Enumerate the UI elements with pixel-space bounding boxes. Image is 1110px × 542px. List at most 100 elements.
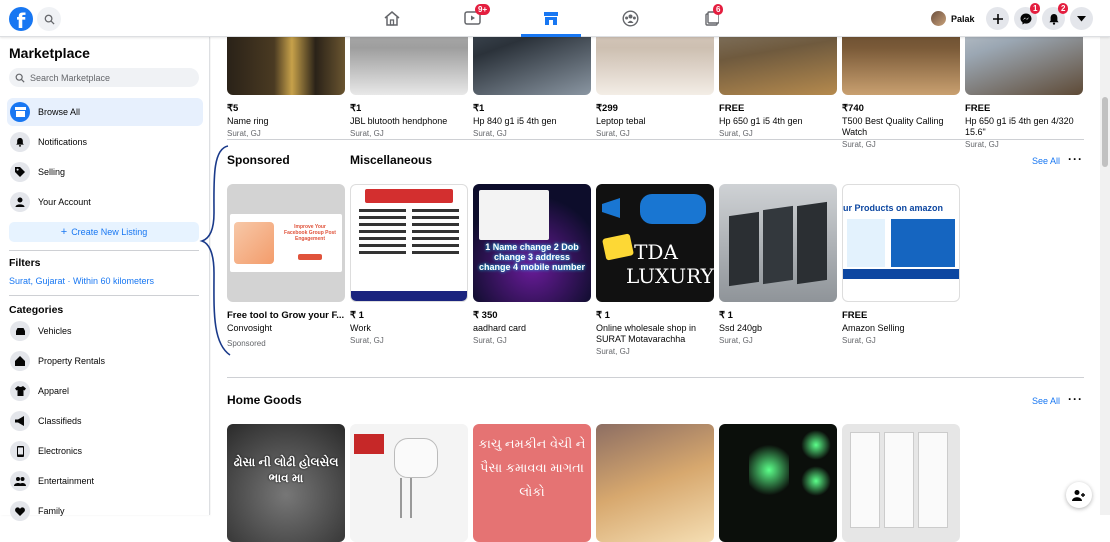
category-label: Electronics (38, 446, 83, 456)
account-menu-button[interactable] (1070, 7, 1093, 30)
listing-image: ઢોસા ની લોઢી હોલસેલ ભાવ મા (227, 424, 345, 542)
gaming-tab[interactable]: 6 (697, 4, 725, 30)
listing-card[interactable]: TDA LUXURY ₹ 1 Online wholesale shop in … (596, 184, 714, 356)
new-message-button[interactable] (1066, 482, 1092, 508)
listing-title: T500 Best Quality Calling Watch (842, 116, 944, 137)
profile-shortcut[interactable]: Palak (931, 8, 975, 29)
sidebar-item-electronics[interactable]: Electronics (7, 437, 203, 465)
listing-location: Surat, GJ (473, 336, 507, 345)
marketplace-sidebar: Marketplace Search Marketplace Browse Al… (0, 37, 210, 521)
miscellaneous-heading: Miscellaneous (350, 153, 433, 167)
listing-card[interactable]: ઢોસા ની લોઢી હોલસેલ ભાવ મા (227, 424, 345, 542)
section-divider (227, 377, 1084, 378)
plus-icon: + (60, 226, 68, 238)
megaphone-icon (10, 411, 30, 431)
listing-card[interactable] (719, 424, 837, 542)
heart-icon (10, 501, 30, 521)
gaming-badge: 6 (713, 4, 724, 15)
create-listing-label: Create New Listing (71, 227, 148, 237)
sidebar-item-property-rentals[interactable]: Property Rentals (7, 347, 203, 375)
divider (9, 295, 199, 296)
see-all-link[interactable]: See All (1032, 156, 1060, 166)
ad-headline: Improve Your Facebook Group Post Engagem… (284, 224, 336, 242)
house-icon (10, 351, 30, 371)
listing-location: Surat, GJ (596, 347, 630, 356)
page-scrollbar[interactable] (1100, 37, 1110, 515)
facebook-logo[interactable]: f (9, 7, 33, 31)
sidebar-item-selling[interactable]: Selling (7, 158, 203, 186)
listing-card[interactable]: ur Products on amazon FREE Amazon Sellin… (842, 184, 960, 345)
listing-location: Surat, GJ (965, 140, 999, 149)
category-label: Classifieds (38, 416, 82, 426)
listing-location: Surat, GJ (350, 129, 384, 138)
listing-image-text: ur Products on amazon (843, 203, 944, 213)
person-icon (10, 192, 30, 212)
listing-image: TDA LUXURY (596, 184, 714, 302)
listing-card[interactable] (842, 424, 960, 542)
listing-price: ₹5 (227, 103, 239, 114)
top-navigation-bar: f 9+ 6 Palak 1 2 (0, 0, 1110, 37)
sidebar-item-apparel[interactable]: Apparel (7, 377, 203, 405)
marketplace-tab[interactable] (521, 6, 581, 37)
sidebar-item-your-account[interactable]: Your Account (7, 188, 203, 216)
listing-image (719, 424, 837, 542)
plus-icon (992, 13, 1003, 24)
listing-image (596, 424, 714, 542)
listing-card[interactable]: કાચુ નમકીન વેચી ને પૈસા કમાવવા માગતા લોક… (473, 424, 591, 542)
listing-image-text: ઢોસા ની લોઢી હોલસેલ ભાવ મા (233, 455, 339, 485)
listing-image: 1 Name change 2 Dob change 3 address cha… (473, 184, 591, 302)
listing-price: ₹ 1 (719, 310, 733, 321)
listing-price: FREE (719, 103, 745, 114)
sidebar-item-browse-all[interactable]: Browse All (7, 98, 203, 126)
marketplace-feed: ₹5 Name ring Surat, GJ ₹1 JBL blutooth h… (211, 0, 1100, 542)
scrollbar-thumb[interactable] (1102, 97, 1108, 167)
more-options-icon[interactable]: ··· (1068, 392, 1083, 406)
listing-price: ₹299 (596, 103, 618, 114)
phone-icon (10, 441, 30, 461)
ad-sponsored-label: Sponsored (227, 339, 266, 348)
listing-title: Online wholesale shop in SURAT Motavarac… (596, 323, 697, 344)
listing-image-text: 1 Name change 2 Dob change 3 address cha… (478, 242, 586, 272)
listing-location: Surat, GJ (227, 129, 261, 138)
listing-card[interactable] (596, 424, 714, 542)
listing-card[interactable]: ₹ 1 Work Surat, GJ (350, 184, 468, 345)
sidebar-item-label: Selling (38, 167, 66, 177)
sidebar-item-family[interactable]: Family (7, 497, 203, 525)
notifications-badge: 2 (1058, 3, 1069, 14)
listing-title: Hp 840 g1 i5 4th gen (473, 116, 557, 126)
sidebar-item-notifications[interactable]: Notifications (7, 128, 203, 156)
categories-heading: Categories (9, 304, 64, 316)
sidebar-item-classifieds[interactable]: Classifieds (7, 407, 203, 435)
listing-title: JBL blutooth hendphone (350, 116, 448, 126)
search-icon (44, 14, 55, 25)
tag-icon (10, 162, 30, 182)
listing-card[interactable]: ₹ 1 Ssd 240gb Surat, GJ (719, 184, 837, 345)
listing-image-text: TDA LUXURY (626, 240, 714, 288)
search-input[interactable]: Search Marketplace (9, 68, 199, 87)
location-filter-link[interactable]: Surat, Gujarat · Within 60 kilometers (9, 276, 154, 286)
sidebar-item-entertainment[interactable]: Entertainment (7, 467, 203, 495)
listing-price: FREE (842, 310, 868, 321)
messenger-button[interactable]: 1 (1014, 3, 1041, 30)
search-button[interactable] (37, 7, 61, 31)
listing-price: FREE (965, 103, 991, 114)
groups-tab[interactable] (616, 6, 644, 30)
listing-card[interactable]: 1 Name change 2 Dob change 3 address cha… (473, 184, 591, 345)
see-all-link[interactable]: See All (1032, 396, 1060, 406)
watch-tab[interactable]: 9+ (458, 4, 491, 30)
create-new-listing-button[interactable]: + Create New Listing (9, 222, 199, 242)
listing-card[interactable] (350, 424, 468, 542)
home-icon (384, 10, 400, 26)
listing-price: ₹1 (350, 103, 362, 114)
category-label: Apparel (38, 386, 70, 396)
home-tab[interactable] (378, 6, 406, 30)
sponsored-card[interactable]: Improve Your Facebook Group Post Engagem… (227, 184, 345, 348)
listing-title: Hp 650 g1 i5 4th gen 4/320 15.6" (965, 116, 1074, 137)
ad-advertiser: Convosight (227, 323, 273, 333)
notifications-button[interactable]: 2 (1042, 3, 1069, 30)
listing-location: Surat, GJ (842, 140, 876, 149)
sidebar-item-vehicles[interactable]: Vehicles (7, 317, 203, 345)
create-button[interactable] (986, 7, 1009, 30)
listing-image-text: કાચુ નમકીન વેચી ને પૈસા કમાવવા માગતા લોક… (478, 436, 586, 499)
more-options-icon[interactable]: ··· (1068, 152, 1083, 166)
